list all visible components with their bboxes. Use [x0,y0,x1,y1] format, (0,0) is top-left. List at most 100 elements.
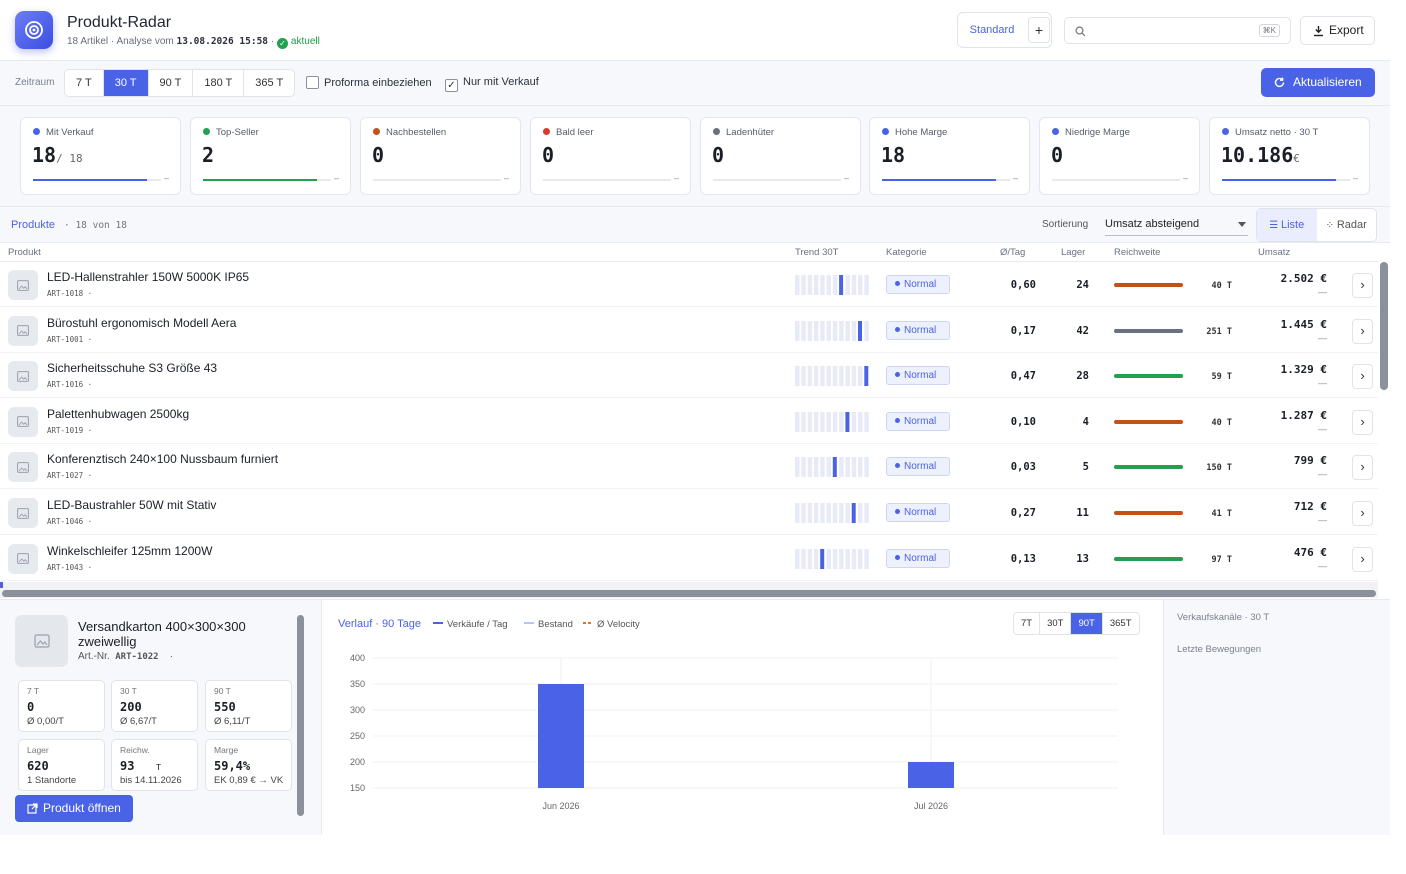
trend-bar [813,275,819,295]
chevron-right-icon[interactable]: › [1352,409,1373,435]
revenue-value: 2.502 € [1280,272,1327,285]
chevron-right-icon[interactable]: › [1352,546,1373,572]
table-row[interactable]: Sicherheitsschuhe S3 Größe 43 ART-1016 · N… [0,353,1378,399]
trend-bar [845,366,850,387]
product-name[interactable]: Sicherheitsschuhe S3 Größe 43 [47,361,217,375]
revenue-value: 1.287 € [1280,408,1327,422]
kpi-card[interactable]: Niedrige Marge 0 – [1039,117,1200,195]
product-table: LED-Hallenstrahler 150W 5000K IP65 ART-10… [0,262,1378,582]
chevron-right-icon[interactable]: › [1352,273,1373,298]
stat-sub: 1 Standorte [27,775,77,786]
product-name[interactable]: Konferenztisch 240×100 Nussbaum furniert [47,452,278,466]
trend-bar [795,548,800,569]
proforma-checkbox[interactable]: Proforma einbeziehen [306,76,432,89]
view-radar-button[interactable]: ⁘ Radar [1317,209,1377,241]
trend-sparkline [795,503,869,523]
table-row[interactable]: Bürostuhl ergonomisch Modell Aera ART-100… [0,308,1378,353]
period-365t[interactable]: 365 T [244,70,294,96]
trend-bar [795,457,800,478]
col-category[interactable]: Kategorie [886,247,927,258]
kpi-label: Umsatz netto · 30 T [1222,127,1318,138]
sort-select[interactable]: Umsatz absteigend [1105,214,1248,236]
trend-bar [820,548,825,569]
preset-button[interactable]: Standard [958,13,1026,47]
col-trend[interactable]: Trend 30T [795,247,838,258]
period-90t[interactable]: 90 T [149,70,194,96]
reach-bar [1114,511,1183,515]
kpi-label-text: Bald leer [556,127,594,138]
table-row[interactable]: LED-Baustrahler 50W mit Stativ ART-1046 ·… [0,490,1378,535]
table-row[interactable]: Palettenhubwagen 2500kg ART-1019 · Normal 0… [0,399,1378,444]
product-id: ART-1027 · [47,471,93,481]
trend-bar [845,503,850,523]
trend-bar [826,503,831,523]
kpi-trend: – [163,173,169,183]
stock-value: 4 [1082,415,1089,428]
trend-bar [813,411,819,432]
trend-bar [801,457,806,478]
kpi-card[interactable]: Nachbestellen 0 – [360,117,521,195]
category-badge: Normal [886,275,950,294]
kpi-progress [882,179,1010,181]
kpi-progress [1052,179,1180,181]
kpi-card[interactable]: Hohe Marge 18 – [869,117,1030,195]
horizontal-scrollbar[interactable] [0,582,1378,598]
period-30t[interactable]: 30 T [103,70,149,96]
product-name[interactable]: Winkelschleifer 125mm 1200W [47,544,212,558]
kpi-card[interactable]: Ladenhüter 0 – [700,117,861,195]
chevron-right-icon[interactable]: › [1352,455,1373,481]
trend-bar [851,457,857,478]
detail-scrollbar[interactable] [297,615,304,816]
kpi-card[interactable]: Bald leer 0 – [530,117,691,195]
col-stock[interactable]: Lager [1061,247,1085,258]
trend-bar [807,503,813,523]
table-row[interactable]: LED-Hallenstrahler 150W 5000K IP65 ART-10… [0,262,1378,307]
sort-value: Umsatz absteigend [1105,218,1200,230]
trend-sparkline [795,366,869,387]
kpi-card[interactable]: Top-Seller 2 – [190,117,351,195]
col-product[interactable]: Produkt [8,247,41,258]
trend-sparkline [795,457,869,478]
per-day-value: 0,60 [1010,279,1036,291]
col-revenue[interactable]: Umsatz [1258,247,1290,258]
product-name[interactable]: Palettenhubwagen 2500kg [47,407,189,421]
kpi-value: 2 [202,143,214,167]
period-180t[interactable]: 180 T [193,70,245,96]
product-name[interactable]: LED-Hallenstrahler 150W 5000K IP65 [47,270,249,284]
horizontal-scroll-thumb[interactable] [2,590,1376,597]
refresh-button[interactable]: Aktualisieren [1261,68,1375,97]
checkbox-empty-icon [306,76,319,89]
table-scrollbar[interactable] [1380,262,1388,390]
add-preset-button[interactable]: + [1028,17,1050,43]
chevron-right-icon[interactable]: › [1352,364,1373,390]
table-row[interactable]: Konferenztisch 240×100 Nussbaum furniert… [0,444,1378,490]
product-name[interactable]: Bürostuhl ergonomisch Modell Aera [47,316,236,330]
reach-bar [1114,465,1183,470]
stat-value: 620 [27,759,70,773]
kpi-card[interactable]: Mit Verkauf 18/ 18 – [20,117,181,195]
col-reach[interactable]: Reichweite [1114,247,1160,258]
trend-bar [839,503,844,523]
chevron-right-icon[interactable]: › [1352,318,1373,344]
trend-bar [801,411,806,432]
y-tick-label: 350 [350,679,365,689]
kpi-label-text: Hohe Marge [895,127,948,138]
per-day-value: 0,47 [1010,370,1036,383]
only-sold-checkbox[interactable]: ✓ Nur mit Verkauf [445,76,539,92]
stock-value: 24 [1076,279,1089,291]
table-row[interactable]: Winkelschleifer 125mm 1200W ART-1043 · Nor… [0,536,1378,581]
kpi-progress-fill [1222,179,1336,181]
kpi-card[interactable]: Umsatz netto · 30 T 10.186€ – [1209,117,1370,195]
open-product-button[interactable]: Produkt öffnen [15,795,133,822]
trend-bar [864,503,869,523]
search-input[interactable]: ⌘K [1064,17,1291,44]
chevron-right-icon[interactable]: › [1352,501,1373,526]
col-per-day[interactable]: Ø/Tag [1000,247,1025,258]
export-button[interactable]: Export [1300,16,1375,45]
stat-value-text: 200 [120,700,142,714]
header: Produkt-Radar 18 Artikel · Analyse vom 1… [0,0,1390,61]
product-name[interactable]: LED-Baustrahler 50W mit Stativ [47,498,216,512]
view-list-button[interactable]: ☰ Liste [1257,209,1317,241]
chevron-down-icon [1238,222,1246,227]
period-7t[interactable]: 7 T [65,70,104,96]
